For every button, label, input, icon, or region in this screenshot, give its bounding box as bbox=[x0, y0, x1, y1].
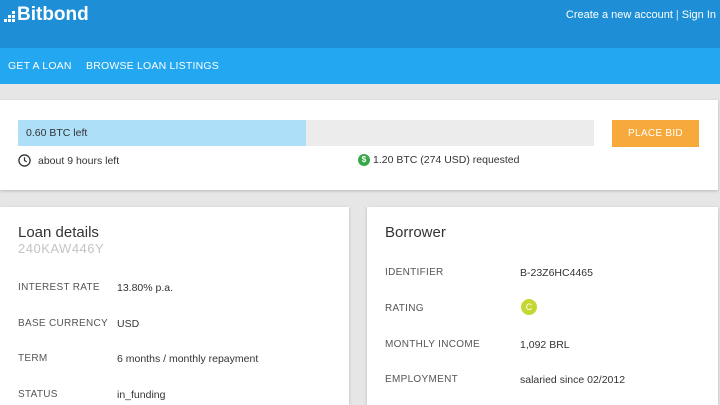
identifier-value: B-23Z6HC4465 bbox=[520, 267, 593, 279]
interest-rate-value: 13.80% p.a. bbox=[117, 282, 174, 294]
status-label: STATUS bbox=[18, 389, 58, 400]
monthly-income-value: 1,092 BRL bbox=[520, 339, 570, 351]
monthly-income-label: MONTHLY INCOME bbox=[385, 339, 480, 350]
base-currency-label: BASE CURRENCY bbox=[18, 318, 109, 329]
account-links: Create a new account | Sign In bbox=[566, 9, 716, 21]
dollar-icon: $ bbox=[358, 154, 370, 166]
loan-id: 240KAW446Y bbox=[18, 241, 105, 256]
nav-browse-loan-listings[interactable]: BROWSE LOAN LISTINGS bbox=[86, 60, 219, 72]
amount-requested: $ 1.20 BTC (274 USD) requested bbox=[358, 154, 520, 166]
status-value: in_funding bbox=[117, 389, 166, 401]
clock-icon bbox=[18, 154, 31, 167]
funding-progress-bar: 0.60 BTC left bbox=[18, 120, 594, 146]
loan-details-panel: Loan details 240KAW446Y INTEREST RATE 13… bbox=[0, 207, 349, 405]
borrower-panel: Borrower IDENTIFIER B-23Z6HC4465 RATING … bbox=[367, 207, 718, 405]
term-value: 6 months / monthly repayment bbox=[117, 353, 259, 365]
time-left-text: about 9 hours left bbox=[38, 154, 120, 167]
create-account-link[interactable]: Create a new account bbox=[566, 9, 673, 21]
sign-in-link[interactable]: Sign In bbox=[682, 9, 716, 21]
employment-value: salaried since 02/2012 bbox=[520, 374, 626, 386]
amount-requested-text: 1.20 BTC (274 USD) requested bbox=[373, 154, 520, 166]
loan-details-title: Loan details bbox=[18, 224, 99, 241]
nav-get-a-loan[interactable]: GET A LOAN bbox=[8, 60, 72, 72]
top-header: Bitbond Create a new account | Sign In bbox=[0, 0, 720, 48]
borrower-title: Borrower bbox=[385, 224, 446, 241]
term-label: TERM bbox=[18, 353, 48, 364]
logo-icon bbox=[4, 10, 15, 22]
funding-remaining-text: 0.60 BTC left bbox=[26, 127, 88, 139]
bitbond-logo[interactable]: Bitbond bbox=[4, 4, 89, 26]
rating-label: RATING bbox=[385, 303, 424, 314]
place-bid-button[interactable]: PLACE BID bbox=[612, 120, 699, 147]
account-separator: | bbox=[675, 9, 679, 21]
main-nav: GET A LOAN BROWSE LOAN LISTINGS bbox=[0, 48, 720, 84]
bid-card: 0.60 BTC left PLACE BID about 9 hours le… bbox=[0, 100, 718, 190]
logo-text: Bitbond bbox=[17, 4, 89, 25]
identifier-label: IDENTIFIER bbox=[385, 267, 444, 278]
rating-badge: C bbox=[521, 299, 537, 315]
base-currency-value: USD bbox=[117, 318, 140, 330]
interest-rate-label: INTEREST RATE bbox=[18, 282, 100, 293]
employment-label: EMPLOYMENT bbox=[385, 374, 459, 385]
time-left: about 9 hours left bbox=[18, 154, 119, 167]
